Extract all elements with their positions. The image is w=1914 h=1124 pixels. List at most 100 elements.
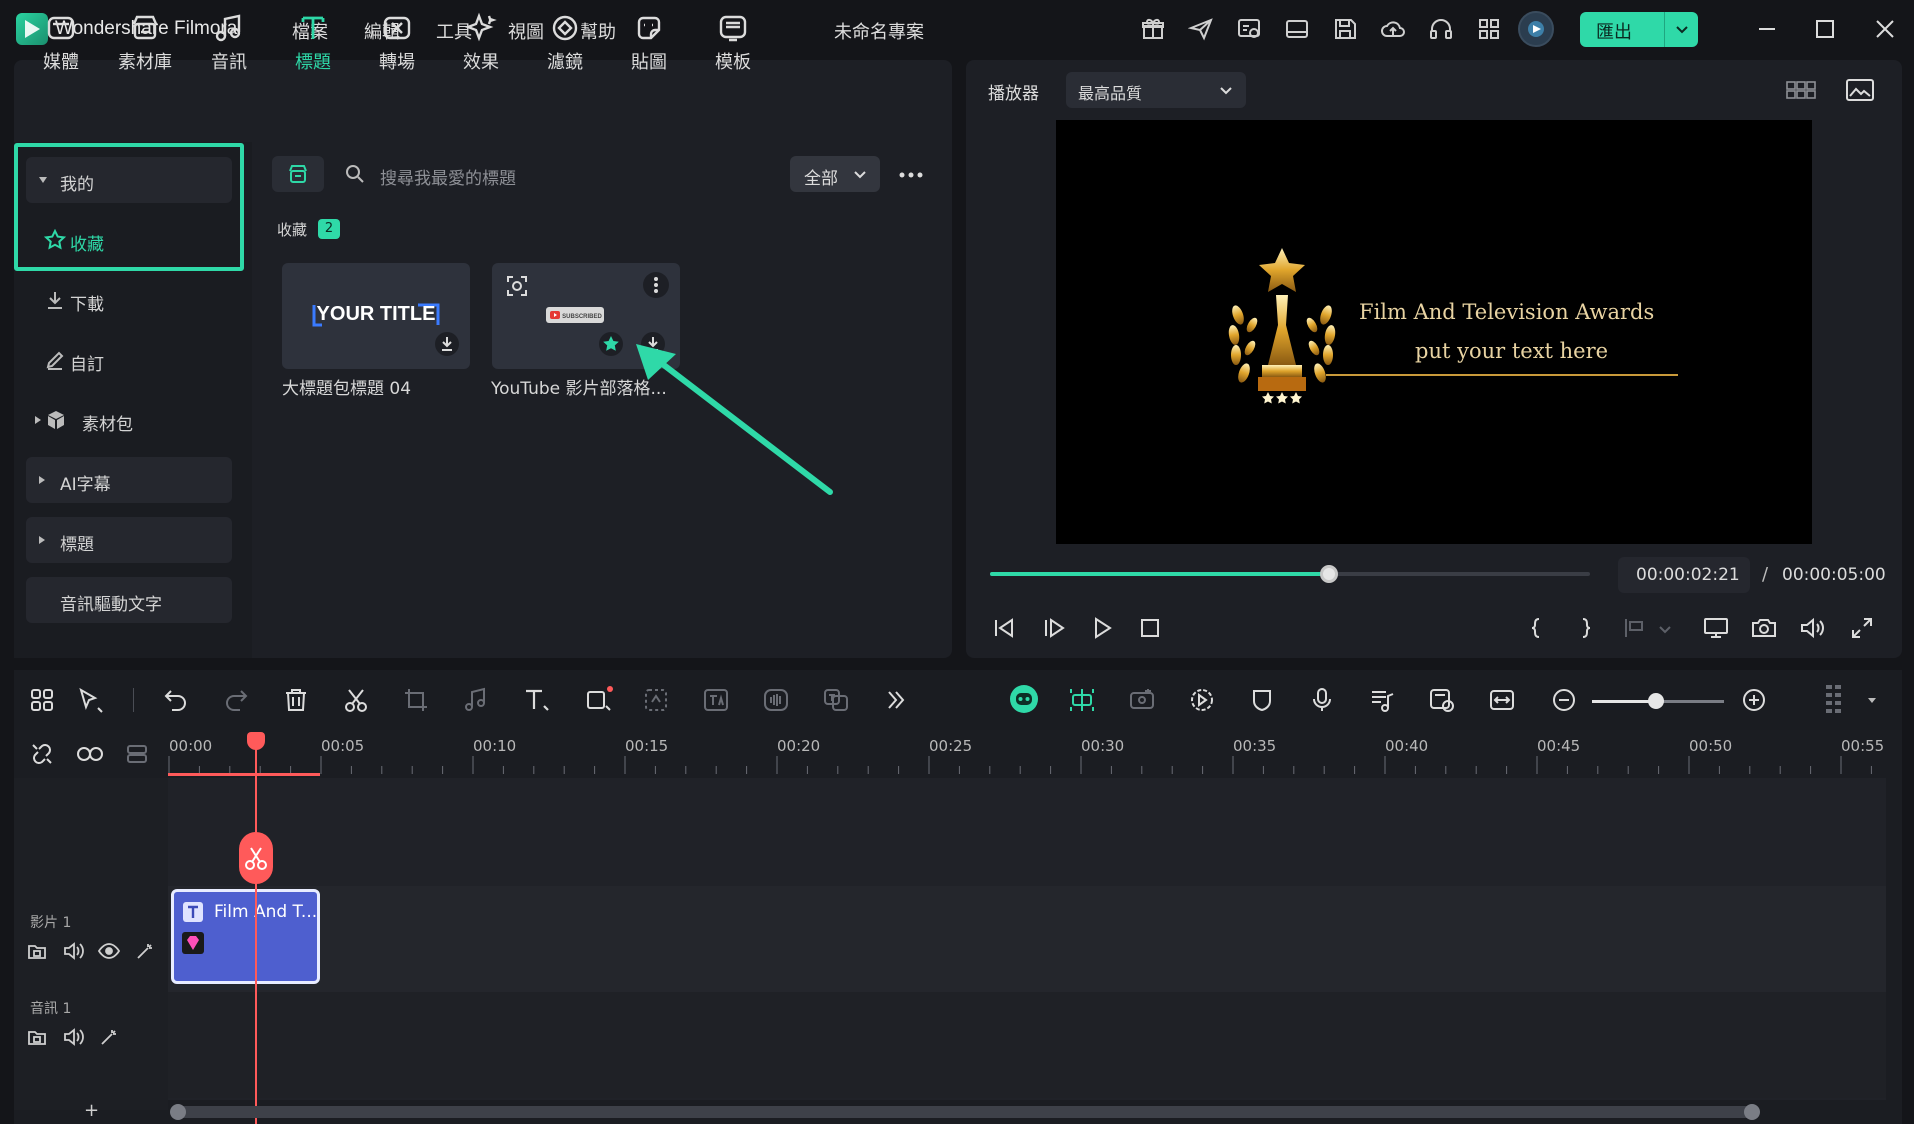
scan-icon[interactable] bbox=[504, 273, 530, 299]
audio-adjust-icon[interactable] bbox=[462, 686, 490, 714]
monitor-icon[interactable] bbox=[1702, 614, 1730, 642]
zoom-slider-handle[interactable] bbox=[1648, 693, 1664, 709]
unlink-icon[interactable] bbox=[28, 740, 56, 768]
title-thumbnail[interactable]: YOUR TITLE bbox=[282, 263, 470, 369]
favorite-star-icon[interactable] bbox=[598, 331, 624, 357]
mark-out-icon[interactable] bbox=[1572, 614, 1600, 642]
insert-marker-icon[interactable] bbox=[1620, 614, 1648, 642]
ai-object-icon[interactable] bbox=[642, 686, 670, 714]
previous-frame-icon[interactable] bbox=[990, 614, 1018, 642]
sidebar-item-audio-to-text[interactable]: 音訊驅動文字 bbox=[26, 577, 232, 623]
clip-speed-icon[interactable] bbox=[1428, 686, 1456, 714]
sidebar-item-downloads[interactable]: 下載 bbox=[26, 277, 232, 323]
shape-tool-icon[interactable] bbox=[584, 686, 614, 714]
track-manager-icon[interactable] bbox=[124, 742, 152, 766]
tab-transitions[interactable]: 轉場 bbox=[356, 8, 438, 80]
eye-icon[interactable] bbox=[98, 940, 120, 962]
current-time-box[interactable]: 00:00:02:21 bbox=[1618, 557, 1750, 593]
magic-wand-icon[interactable] bbox=[134, 940, 156, 962]
zoom-out-icon[interactable] bbox=[1550, 686, 1578, 714]
fit-width-icon[interactable] bbox=[1488, 686, 1516, 714]
layout-grid-icon[interactable] bbox=[28, 686, 56, 714]
kebab-menu-icon[interactable] bbox=[642, 271, 670, 299]
snap-icon[interactable] bbox=[1068, 686, 1096, 714]
more-options-icon[interactable] bbox=[898, 164, 924, 186]
export-button[interactable]: 匯出 bbox=[1580, 12, 1698, 47]
track-volume-icon[interactable] bbox=[62, 940, 84, 962]
sidebar-item-custom[interactable]: 自訂 bbox=[26, 337, 232, 383]
tab-titles[interactable]: 標題 bbox=[272, 8, 354, 80]
fullscreen-icon[interactable] bbox=[1848, 614, 1876, 642]
add-track-button[interactable]: + bbox=[84, 1100, 99, 1121]
chevron-down-icon[interactable] bbox=[1658, 622, 1672, 636]
scroll-handle-left[interactable] bbox=[170, 1104, 186, 1120]
video-track-lane[interactable] bbox=[168, 886, 1886, 992]
sidebar-item-titles[interactable]: 標題 bbox=[26, 517, 232, 563]
next-frame-icon[interactable] bbox=[1040, 614, 1068, 642]
audio-wave-icon[interactable] bbox=[762, 686, 790, 714]
microphone-icon[interactable] bbox=[1308, 686, 1336, 714]
auto-reframe-icon[interactable] bbox=[1128, 686, 1156, 714]
tab-stock-library[interactable]: 素材庫 bbox=[104, 8, 186, 80]
split-scissors-button[interactable] bbox=[239, 832, 273, 884]
scroll-handle-right[interactable] bbox=[1744, 1104, 1760, 1120]
minimize-icon[interactable] bbox=[1754, 16, 1780, 42]
tab-audio[interactable]: 音訊 bbox=[188, 8, 270, 80]
quality-dropdown[interactable]: 最高品質 bbox=[1066, 72, 1246, 108]
avatar[interactable] bbox=[1518, 11, 1554, 47]
folder-lock-icon[interactable] bbox=[26, 1026, 48, 1048]
layout-icon[interactable] bbox=[1284, 16, 1310, 42]
zoom-in-icon[interactable] bbox=[1740, 686, 1768, 714]
stop-icon[interactable] bbox=[1136, 614, 1164, 642]
close-icon[interactable] bbox=[1872, 16, 1898, 42]
panel-grip-icon[interactable] bbox=[1824, 682, 1844, 716]
speed-play-icon[interactable] bbox=[1188, 686, 1216, 714]
scissors-icon[interactable] bbox=[342, 686, 370, 714]
shield-icon[interactable] bbox=[1248, 686, 1276, 714]
horizontal-scrollbar[interactable] bbox=[174, 1106, 1756, 1118]
filter-dropdown[interactable]: 全部 bbox=[790, 156, 880, 192]
track-volume-icon[interactable] bbox=[62, 1026, 84, 1048]
stock-store-button[interactable] bbox=[272, 156, 324, 192]
translate-icon[interactable] bbox=[822, 686, 850, 714]
audio-track-lane[interactable] bbox=[168, 992, 1886, 1098]
magic-wand-icon[interactable] bbox=[98, 1026, 120, 1048]
link-icon[interactable] bbox=[76, 742, 104, 766]
gift-icon[interactable] bbox=[1140, 16, 1166, 42]
more-tools-icon[interactable] bbox=[882, 686, 910, 714]
volume-icon[interactable] bbox=[1798, 614, 1826, 642]
ai-text-icon[interactable] bbox=[702, 686, 730, 714]
playhead-line[interactable] bbox=[255, 738, 257, 1124]
music-list-icon[interactable] bbox=[1368, 686, 1396, 714]
playhead-handle[interactable] bbox=[247, 732, 265, 750]
image-view-icon[interactable] bbox=[1846, 78, 1874, 102]
time-ruler[interactable] bbox=[168, 730, 1886, 778]
caret-down-icon[interactable] bbox=[1866, 694, 1878, 706]
sidebar-item-packs[interactable]: 素材包 bbox=[26, 397, 232, 443]
download-icon[interactable] bbox=[434, 331, 460, 357]
tab-effects[interactable]: 效果 bbox=[440, 8, 522, 80]
select-cursor-icon[interactable] bbox=[76, 686, 106, 714]
search-input[interactable]: 搜尋我最愛的標題 bbox=[380, 164, 516, 189]
tab-filters[interactable]: 濾鏡 bbox=[524, 8, 606, 80]
send-icon[interactable] bbox=[1188, 16, 1214, 42]
snapshot-icon[interactable] bbox=[1750, 614, 1778, 642]
tab-media[interactable]: 媒體 bbox=[20, 8, 102, 80]
undo-icon[interactable] bbox=[162, 686, 190, 714]
delete-icon[interactable] bbox=[282, 686, 310, 714]
ai-assistant-icon[interactable] bbox=[1008, 682, 1040, 716]
tab-templates[interactable]: 模板 bbox=[692, 8, 774, 80]
task-icon[interactable] bbox=[1236, 16, 1262, 42]
redo-icon[interactable] bbox=[222, 686, 250, 714]
sidebar-item-ai-captions[interactable]: AI字幕 bbox=[26, 457, 232, 503]
grid-view-icon[interactable] bbox=[1786, 78, 1816, 102]
save-icon[interactable] bbox=[1332, 16, 1358, 42]
crop-icon[interactable] bbox=[402, 686, 430, 714]
apps-grid-icon[interactable] bbox=[1476, 16, 1502, 42]
folder-lock-icon[interactable] bbox=[26, 940, 48, 962]
video-preview[interactable] bbox=[1056, 120, 1812, 544]
title-clip[interactable]: Film And T... bbox=[171, 889, 320, 984]
mark-in-icon[interactable] bbox=[1522, 614, 1550, 642]
text-tool-icon[interactable] bbox=[522, 686, 552, 714]
tab-stickers[interactable]: 貼圖 bbox=[608, 8, 690, 80]
